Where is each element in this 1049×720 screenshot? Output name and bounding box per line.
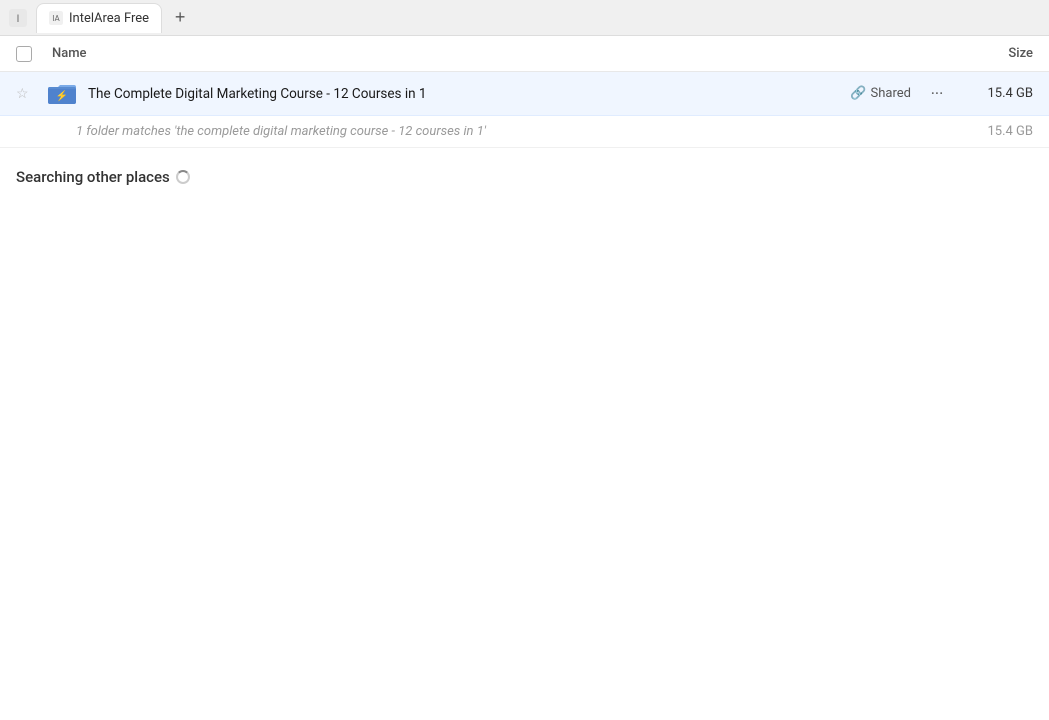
shared-label: Shared bbox=[871, 86, 911, 101]
app-favicon: I bbox=[8, 8, 28, 28]
new-tab-button[interactable]: + bbox=[166, 4, 194, 32]
svg-text:IA: IA bbox=[52, 14, 60, 23]
searching-section: Searching other places bbox=[0, 148, 1049, 206]
select-all-checkbox-col[interactable] bbox=[16, 46, 52, 62]
shared-badge: 🔗 Shared bbox=[850, 86, 911, 101]
column-header: Name Size bbox=[0, 36, 1049, 72]
tab-label: IntelArea Free bbox=[69, 11, 149, 26]
file-size: 15.4 GB bbox=[963, 86, 1033, 101]
svg-text:I: I bbox=[17, 14, 20, 25]
active-tab[interactable]: IA IntelArea Free bbox=[36, 3, 162, 33]
loading-spinner bbox=[176, 170, 190, 184]
star-col[interactable]: ☆ bbox=[16, 86, 40, 102]
summary-text: 1 folder matches 'the complete digital m… bbox=[76, 124, 987, 139]
link-icon: 🔗 bbox=[850, 86, 866, 101]
searching-label: Searching other places bbox=[16, 168, 1033, 186]
summary-row: 1 folder matches 'the complete digital m… bbox=[0, 116, 1049, 148]
svg-text:⚡: ⚡ bbox=[56, 89, 68, 102]
more-icon: ··· bbox=[931, 84, 944, 103]
file-row[interactable]: ☆ ⚡ The Complete Digital Marketing Cours… bbox=[0, 72, 1049, 116]
summary-size: 15.4 GB bbox=[987, 124, 1033, 139]
select-all-checkbox[interactable] bbox=[16, 46, 32, 62]
name-column-header: Name bbox=[52, 46, 953, 61]
file-name: The Complete Digital Marketing Course - … bbox=[88, 86, 850, 102]
searching-text: Searching other places bbox=[16, 168, 170, 186]
folder-icon-col: ⚡ bbox=[44, 82, 80, 106]
folder-icon: ⚡ bbox=[48, 82, 76, 106]
tab-bar: I IA IntelArea Free + bbox=[0, 0, 1049, 36]
size-column-header: Size bbox=[953, 46, 1033, 61]
star-icon[interactable]: ☆ bbox=[16, 86, 29, 102]
more-options-button[interactable]: ··· bbox=[923, 80, 951, 108]
